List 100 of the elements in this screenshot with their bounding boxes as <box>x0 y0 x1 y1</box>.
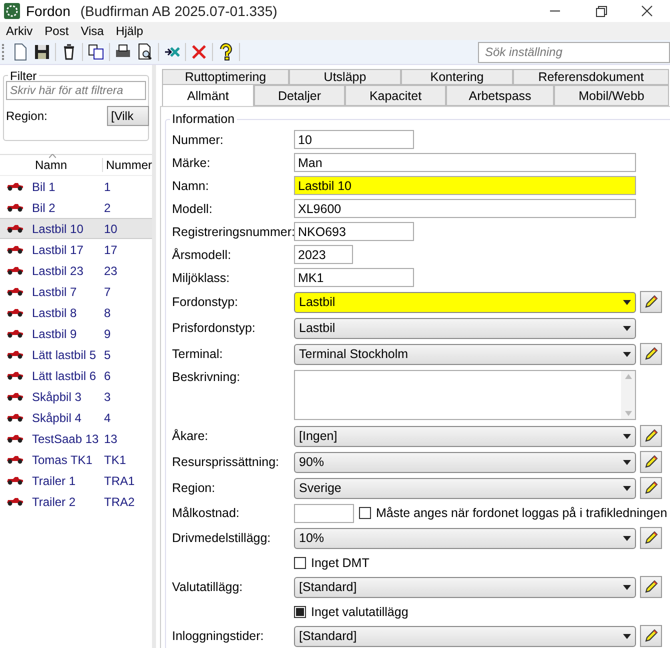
list-row[interactable]: Trailer 2 TRA2 <box>0 491 152 512</box>
dropdown[interactable]: Terminal Stockholm <box>294 344 636 364</box>
tab[interactable]: Utsläpp <box>289 69 401 85</box>
text-field[interactable]: Man <box>294 153 636 172</box>
tab[interactable]: Arbetspass <box>446 85 554 106</box>
car-icon <box>6 287 24 296</box>
checkbox[interactable] <box>294 606 306 618</box>
pencil-icon <box>643 346 659 362</box>
list-row[interactable]: Lastbil 17 17 <box>0 239 152 260</box>
tab[interactable]: Detaljer <box>254 85 345 106</box>
vehicle-name: Lastbil 17 <box>32 242 84 256</box>
description-field[interactable] <box>294 370 636 420</box>
column-header[interactable]: Namn <box>0 158 102 172</box>
car-icon <box>6 476 24 485</box>
list-row[interactable]: Trailer 1 TRA1 <box>0 470 152 491</box>
car-icon <box>6 329 24 338</box>
list-row[interactable]: Skåpbil 4 4 <box>0 407 152 428</box>
tab[interactable]: Mobil/Webb <box>554 85 669 106</box>
edit-button[interactable] <box>640 576 662 598</box>
caret-icon <box>623 486 631 490</box>
menu-item[interactable]: Hjälp <box>110 24 150 38</box>
dropdown[interactable]: [Standard] <box>294 626 636 646</box>
dropdown[interactable]: [Standard] <box>294 576 636 598</box>
list-row[interactable]: TestSaab 13 13 <box>0 428 152 449</box>
caret-icon <box>623 326 631 330</box>
text-field[interactable]: NKO693 <box>294 222 414 241</box>
list-row[interactable]: Lätt lastbil 6 6 <box>0 365 152 386</box>
checkbox[interactable] <box>359 507 371 519</box>
cost-field[interactable] <box>294 504 354 522</box>
dropdown[interactable]: 10% <box>294 528 636 548</box>
edit-button[interactable] <box>640 451 662 473</box>
vehicle-number: 9 <box>104 326 111 340</box>
dropdown[interactable]: Lastbil <box>294 292 636 312</box>
tab[interactable]: Kontering <box>401 69 513 85</box>
car-icon <box>6 497 24 506</box>
tab[interactable]: Allmänt <box>162 84 254 106</box>
edit-button[interactable] <box>640 527 662 549</box>
menu-item[interactable]: Post <box>38 24 75 38</box>
list-row[interactable]: Lastbil 10 10 <box>0 218 152 239</box>
delete-icon[interactable] <box>190 43 208 61</box>
car-icon <box>6 224 24 233</box>
help-icon[interactable] <box>217 43 235 61</box>
checkbox-label: Inget valutatillägg <box>311 604 408 618</box>
dropdown[interactable]: Sverige <box>294 478 636 498</box>
copy-icon[interactable] <box>87 43 105 61</box>
edit-button[interactable] <box>640 625 662 647</box>
field-label: Åkare: <box>172 429 210 443</box>
caret-icon <box>623 300 631 304</box>
list-row[interactable]: Lastbil 9 9 <box>0 323 152 344</box>
field-label: Region: <box>6 109 48 123</box>
dropdown[interactable]: Lastbil <box>294 318 636 338</box>
text-field[interactable]: 10 <box>294 130 414 149</box>
field-label: Årsmodell: <box>172 248 232 262</box>
tab[interactable]: Kapacitet <box>345 85 446 106</box>
car-icon <box>6 266 24 275</box>
pencil-icon <box>643 579 659 595</box>
search-field[interactable]: Sök inställning <box>478 42 670 62</box>
car-icon <box>6 455 24 464</box>
region-dropdown[interactable]: [Vilk <box>107 106 149 126</box>
field-label: Drivmedelstillägg: <box>172 531 272 545</box>
menu-item[interactable]: Visa <box>74 24 110 38</box>
print-preview-icon[interactable] <box>136 43 154 61</box>
field-label: Terminal: <box>172 347 224 361</box>
list-row[interactable]: Lastbil 8 8 <box>0 302 152 323</box>
vehicle-number: TK1 <box>104 452 126 466</box>
tab[interactable]: Ruttoptimering <box>162 69 289 85</box>
list-row[interactable]: Bil 2 2 <box>0 197 152 218</box>
text-field[interactable]: 2023 <box>294 245 353 264</box>
tab[interactable]: Referensdokument <box>513 69 669 85</box>
column-header[interactable]: Nummer <box>102 158 152 172</box>
dropdown[interactable]: [Ingen] <box>294 426 636 446</box>
list-row[interactable]: Skåpbil 3 3 <box>0 386 152 407</box>
vehicle-number: 10 <box>104 222 118 236</box>
list-row[interactable]: Lätt lastbil 5 5 <box>0 344 152 365</box>
list-row[interactable]: Bil 1 1 <box>0 176 152 197</box>
menu-item[interactable]: Arkiv <box>0 24 39 38</box>
vehicle-number: 1 <box>104 180 111 194</box>
save-icon[interactable] <box>33 43 51 61</box>
text-field[interactable]: XL9600 <box>294 199 636 218</box>
vehicle-name: Lätt lastbil 5 <box>32 348 98 362</box>
dropdown[interactable]: 90% <box>294 452 636 472</box>
car-icon <box>6 308 24 317</box>
field-label: Modell: <box>172 202 214 216</box>
text-field[interactable]: MK1 <box>294 268 414 287</box>
edit-button[interactable] <box>640 425 662 447</box>
vehicle-name: Skåpbil 3 <box>32 390 82 404</box>
vehicle-number: TRA2 <box>104 494 135 508</box>
filter-field[interactable]: Skriv här för att filtrera <box>6 81 146 100</box>
edit-button[interactable] <box>640 291 662 313</box>
list-row[interactable]: Lastbil 7 7 <box>0 281 152 302</box>
text-field[interactable]: Lastbil 10 <box>294 176 636 195</box>
edit-button[interactable] <box>640 477 662 499</box>
vehicle-name: Lastbil 10 <box>32 222 84 236</box>
list-row[interactable]: Tomas TK1 TK1 <box>0 449 152 470</box>
field-label: Fordonstyp: <box>172 295 240 309</box>
field-label: Registreringsnummer: <box>172 224 294 238</box>
vehicle-number: 23 <box>104 264 118 278</box>
list-row[interactable]: Lastbil 23 23 <box>0 260 152 281</box>
checkbox[interactable] <box>294 556 306 568</box>
edit-button[interactable] <box>640 343 662 365</box>
